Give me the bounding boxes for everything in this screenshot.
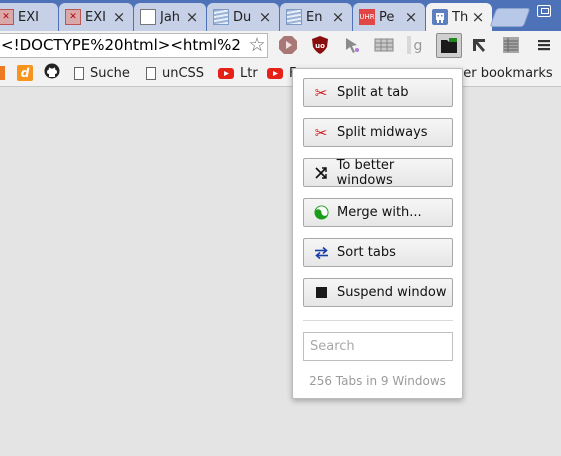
bookmarks-divider [0,86,561,87]
merge-with-button[interactable]: Merge with... [303,198,453,227]
wave-favicon-icon [213,9,229,25]
orange-bookmark-icon [0,66,5,80]
other-bookmarks[interactable]: ner bookmarks [455,60,553,86]
tab[interactable]: UHR Pe × [353,3,425,31]
github-icon [44,63,60,83]
tab-title: EXI [18,9,39,25]
red-x-favicon-icon: ✕ [65,9,81,25]
bookmark-item[interactable] [44,60,66,86]
button-label: Split at tab [337,85,409,100]
split-at-tab-button[interactable]: ✂ Split at tab [303,78,453,107]
suspend-window-button[interactable]: Suspend window [303,278,453,307]
restore-window-icon[interactable] [537,5,551,17]
button-label: Sort tabs [337,245,396,260]
uhr-favicon-icon: UHR [359,9,375,25]
tab-close-icon[interactable]: × [111,8,127,26]
to-better-windows-button[interactable]: To better windows [303,157,453,188]
tab-close-icon[interactable]: × [470,8,486,26]
tab-manager-popup: ✂ Split at tab ✂ Split midways To better… [292,68,463,399]
tab-close-icon[interactable]: × [330,8,346,26]
tab[interactable]: Jah × [134,3,206,31]
tab[interactable]: En × [280,3,352,31]
d-letter-icon: d [17,65,33,81]
tab-title: En [306,9,323,25]
yin-yang-icon [313,205,329,221]
document-favicon-icon [140,9,156,25]
popup-divider [303,320,453,321]
search-input[interactable] [303,332,453,361]
svg-text:g: g [414,38,423,54]
list-extension-icon[interactable] [500,34,522,56]
tab-close-icon[interactable]: × [403,8,419,26]
sort-tabs-button[interactable]: Sort tabs [303,238,453,267]
button-label: Suspend window [337,285,447,300]
ublock-icon[interactable]: uo [309,34,331,56]
bookmark-item[interactable]: d [17,60,39,86]
svg-text:uo: uo [315,42,325,50]
bookmarks-bar: d Suche unCSS Ltr F ner bookmarks [0,60,561,86]
grid-letter-extension-icon[interactable]: g [405,34,427,56]
cursor-extension-icon[interactable] [341,34,363,56]
tab-strip: ✕ EXI ✕ EXI × Jah × Du × En × UHR Pe × T… [0,0,561,31]
ruler-grid-extension-icon[interactable] [373,34,395,56]
bookmark-label: Suche [90,65,130,81]
bookmark-label: Ltr [240,65,258,81]
button-label: Merge with... [337,205,422,220]
menu-icon[interactable] [533,34,555,56]
bookmark-uncss[interactable]: unCSS [146,60,204,86]
tab-title: Pe [379,9,395,25]
tab[interactable]: ✕ EXI × [59,3,133,31]
bookmark-item[interactable] [0,60,11,86]
tab-count-status: 256 Tabs in 9 Windows [309,374,446,388]
stop-square-icon [313,285,329,301]
tab-title: Th [452,9,469,25]
tab-close-icon[interactable]: × [184,8,200,26]
bookmark-ltr[interactable]: Ltr [218,60,258,86]
tab-close-icon[interactable]: × [257,8,273,26]
button-label: To better windows [336,157,395,188]
tab-title: Jah [160,9,181,25]
tab-title: Du [233,9,252,25]
robot-favicon-icon [432,9,448,25]
button-label: Split midways [337,125,428,140]
scissors-icon: ✂ [314,83,328,102]
address-bar[interactable]: <!DOCTYPE%20html><html%2 [0,33,268,58]
bookmark-label: unCSS [162,65,205,81]
page-icon [146,66,156,80]
youtube-icon [267,67,283,79]
page-icon [74,66,84,80]
swap-arrows-icon [313,245,329,261]
split-midways-button[interactable]: ✂ Split midways [303,118,453,147]
tab[interactable]: Du × [207,3,279,31]
scissors-icon: ✂ [314,123,328,142]
shuffle-icon [313,165,329,181]
arrow-extension-icon[interactable] [468,34,490,56]
youtube-icon [218,67,234,79]
wave-favicon-icon [286,9,302,25]
extension-play-icon[interactable] [277,34,299,56]
bookmark-suche[interactable]: Suche [74,60,130,86]
bookmark-label: ner bookmarks [455,65,553,81]
tab-manager-extension-icon[interactable] [436,33,462,58]
tab[interactable]: ✕ EXI [0,3,58,31]
red-x-favicon-icon: ✕ [0,9,14,25]
tab-title: EXI [85,9,106,25]
new-tab-button[interactable] [489,8,531,27]
tab-active[interactable]: Th × [426,3,492,31]
bookmark-star-icon[interactable]: ☆ [247,35,267,55]
